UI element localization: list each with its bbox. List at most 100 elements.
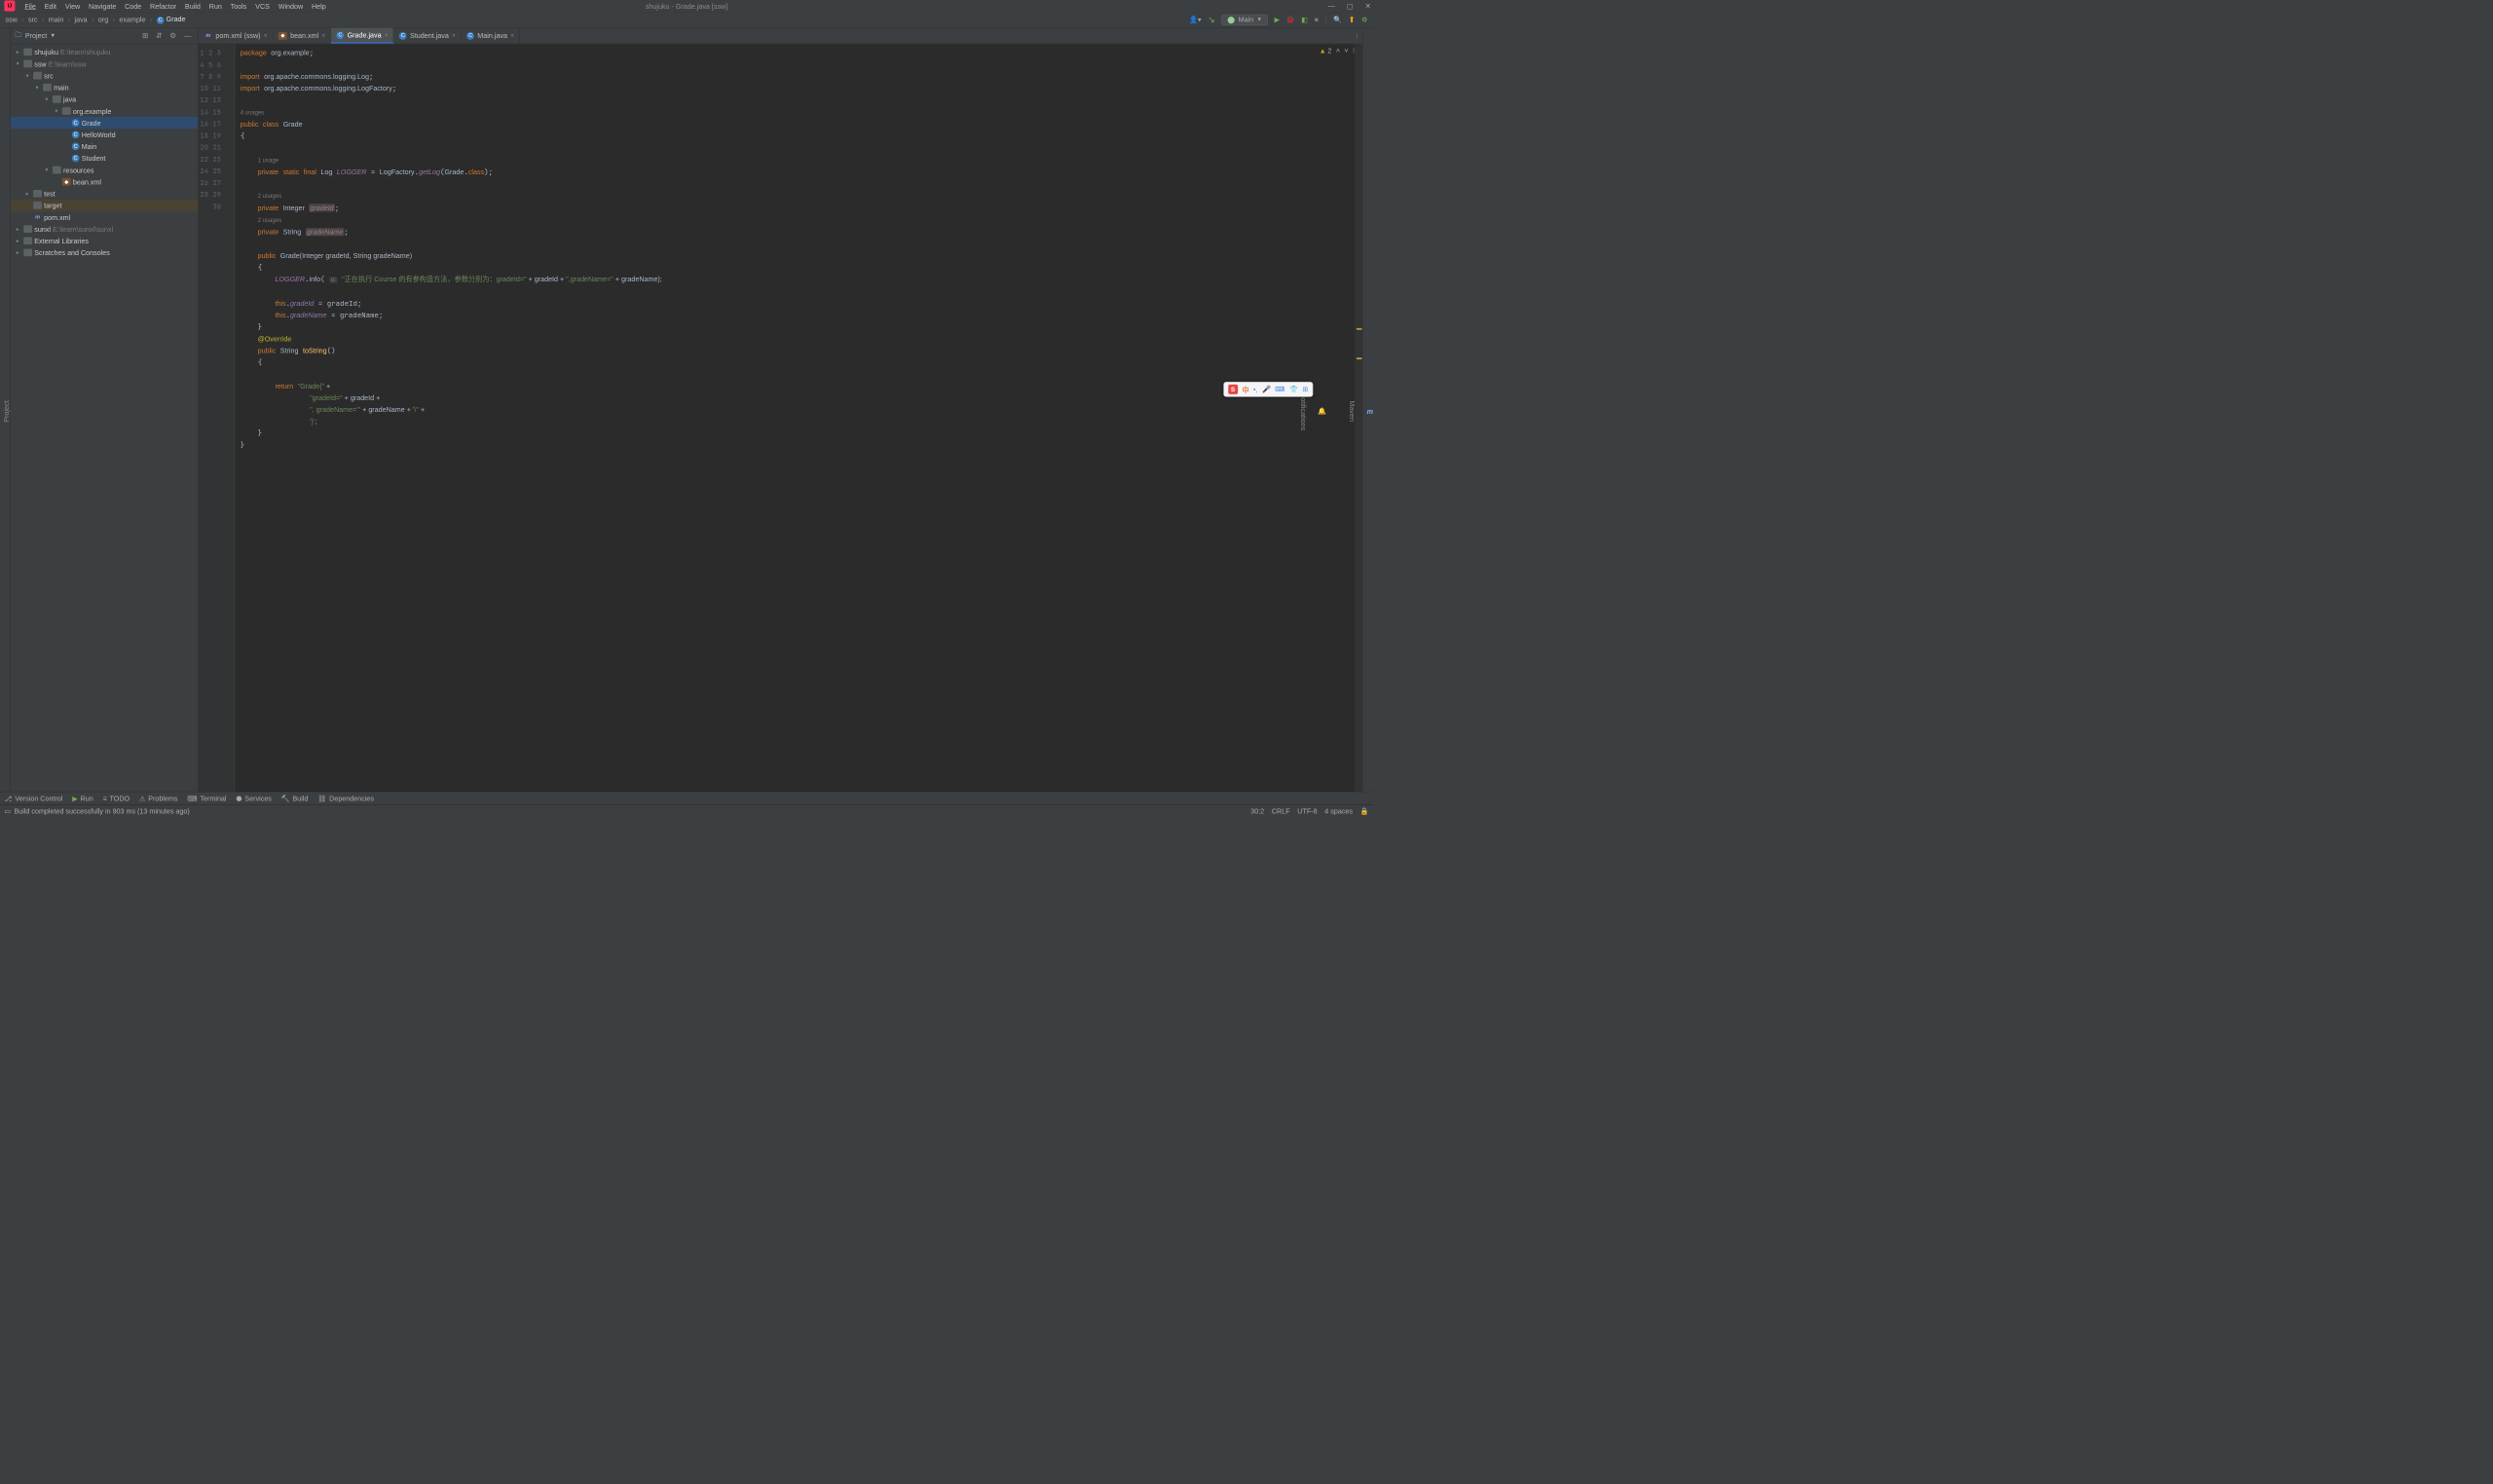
tree-node-pom-xml[interactable]: ·mpom.xml [11,211,198,223]
tree-node-scratches-and-consoles[interactable]: ▸Scratches and Consoles [11,246,198,258]
chevron-icon[interactable]: ▾ [43,96,51,102]
lock-icon[interactable]: 🔒 [1360,807,1369,816]
select-opened-icon[interactable]: ⊞ [140,31,151,40]
error-stripe[interactable] [1355,44,1362,792]
encoding[interactable]: UTF-8 [1297,807,1317,816]
project-view-dropdown-icon[interactable]: ▼ [50,33,55,39]
chevron-icon[interactable]: ▸ [14,249,21,255]
menu-vcs[interactable]: VCS [251,2,275,10]
ime-lang[interactable]: 中 [1242,385,1248,394]
editor-tab-main-java[interactable]: CMain.java× [462,28,520,44]
tree-node-helloworld[interactable]: ·CHelloWorld [11,129,198,140]
debug-icon[interactable]: 🐞 [1286,16,1295,24]
user-icon[interactable]: 👤▾ [1189,16,1202,24]
hide-icon[interactable]: — [182,31,194,40]
ime-voice-icon[interactable]: 🎤 [1262,385,1271,393]
tool-todo[interactable]: ≡TODO [103,795,130,802]
expand-all-icon[interactable]: ⇵ [154,31,165,40]
tool-terminal[interactable]: ⌨Terminal [187,794,226,802]
menu-view[interactable]: View [60,2,84,10]
tree-node-main[interactable]: ·CMain [11,140,198,152]
build-hammer-icon[interactable]: ↘ [1208,15,1214,25]
maven-icon[interactable]: m [1367,407,1373,415]
chevron-icon[interactable]: ▾ [53,108,60,114]
run-icon[interactable]: ▶ [1275,16,1281,24]
project-tree[interactable]: ▸shujuku E:\learn\shujuku▾ssw E:\learn\s… [11,44,198,792]
chevron-up-icon[interactable]: ˄ [1336,47,1340,55]
tree-node-bean-xml[interactable]: ·◆bean.xml [11,176,198,188]
menu-run[interactable]: Run [205,2,226,10]
window-close-icon[interactable]: ✕ [1365,2,1371,11]
tree-node-ssw[interactable]: ▾ssw E:\learn\ssw [11,57,198,69]
chevron-icon[interactable]: ▾ [43,167,51,173]
ime-toolbox-icon[interactable]: ⊞ [1302,385,1308,393]
tool-vcs[interactable]: ⎇Version Control [4,794,62,802]
tool-services[interactable]: ⬣Services [236,794,271,802]
menu-file[interactable]: File [20,2,40,10]
settings-gear-icon[interactable]: ⚙ [167,31,178,40]
coverage-icon[interactable]: ◧ [1301,16,1308,24]
editor-tab-pom-xml-ssw-[interactable]: mpom.xml (ssw)× [199,28,274,44]
tool-build[interactable]: 🔨Build [281,794,309,802]
tree-node-student[interactable]: ·CStudent [11,152,198,164]
tool-project[interactable]: Project [2,400,10,422]
status-icon[interactable]: ▭ [4,807,11,816]
chevron-icon[interactable]: ▸ [14,49,21,55]
menu-build[interactable]: Build [181,2,205,10]
tab-actions[interactable]: ⁝ [1352,28,1362,44]
tree-node-main[interactable]: ▾main [11,82,198,93]
tree-node-sunxl[interactable]: ▸sunxl E:\learn\sunxl\sunxl [11,223,198,235]
chevron-down-icon[interactable]: ˅ [1344,47,1348,55]
code-content[interactable]: package org.example; import org.apache.c… [235,44,1355,792]
tree-node-org-example[interactable]: ▾org.example [11,105,198,117]
ide-settings-icon[interactable]: ⚙ [1361,16,1367,24]
editor-tab-bean-xml[interactable]: ◆bean.xml× [273,28,331,44]
editor-tab-student-java[interactable]: CStudent.java× [394,28,462,44]
menu-help[interactable]: Help [308,2,331,10]
close-tab-icon[interactable]: × [264,32,268,39]
tool-dependencies[interactable]: ⛓Dependencies [317,794,374,802]
tree-node-src[interactable]: ▾src [11,70,198,82]
close-tab-icon[interactable]: × [452,32,456,39]
update-icon[interactable]: ⬆ [1349,15,1356,24]
tool-run[interactable]: ▶Run [72,794,93,802]
chevron-icon[interactable]: ▸ [23,191,31,197]
search-icon[interactable]: 🔍 [1333,16,1342,24]
ime-skin-icon[interactable]: 👕 [1289,385,1298,393]
window-maximize-icon[interactable]: ▢ [1347,2,1354,11]
chevron-icon[interactable]: ▾ [23,73,31,79]
tree-node-test[interactable]: ▸test [11,188,198,200]
run-config-selector[interactable]: ⬤Main▼ [1221,15,1268,25]
chevron-icon[interactable]: ▾ [33,85,41,91]
menu-refactor[interactable]: Refactor [146,2,181,10]
caret-pos[interactable]: 30:2 [1250,807,1264,816]
tool-problems[interactable]: ⚠Problems [139,794,177,802]
menu-tools[interactable]: Tools [226,2,251,10]
chevron-icon[interactable]: ▾ [14,61,21,67]
fold-gutter[interactable] [225,44,235,792]
line-sep[interactable]: CRLF [1272,807,1290,816]
inspection-widget[interactable]: 2 ˄ ˅ ⁝ [1320,46,1356,55]
menu-window[interactable]: Window [274,2,307,10]
menu-code[interactable]: Code [121,2,146,10]
menu-edit[interactable]: Edit [40,2,60,10]
tree-node-java[interactable]: ▾java [11,93,198,105]
tree-node-external-libraries[interactable]: ▸External Libraries [11,235,198,246]
chevron-icon[interactable]: ▸ [14,226,21,232]
tree-node-grade[interactable]: ·CGrade [11,117,198,129]
close-tab-icon[interactable]: × [385,32,389,39]
breadcrumb[interactable]: ssw› src› main› java› org› example› CGra… [6,16,186,24]
tree-node-resources[interactable]: ▾resources [11,165,198,176]
tree-node-target[interactable]: ·target [11,200,198,211]
menu-navigate[interactable]: Navigate [85,2,121,10]
ime-punct-icon[interactable]: •, [1253,386,1258,393]
stop-icon[interactable]: ■ [1315,16,1319,23]
ime-toolbar[interactable]: S 中 •, 🎤 ⌨ 👕 ⊞ [1223,382,1313,396]
close-tab-icon[interactable]: × [510,32,514,39]
window-minimize-icon[interactable]: — [1328,2,1335,11]
chevron-icon[interactable]: ▸ [14,238,21,243]
editor-tab-grade-java[interactable]: CGrade.java× [331,28,393,44]
ime-keyboard-icon[interactable]: ⌨ [1275,385,1284,393]
indent[interactable]: 4 spaces [1324,807,1353,816]
close-tab-icon[interactable]: × [321,32,325,39]
